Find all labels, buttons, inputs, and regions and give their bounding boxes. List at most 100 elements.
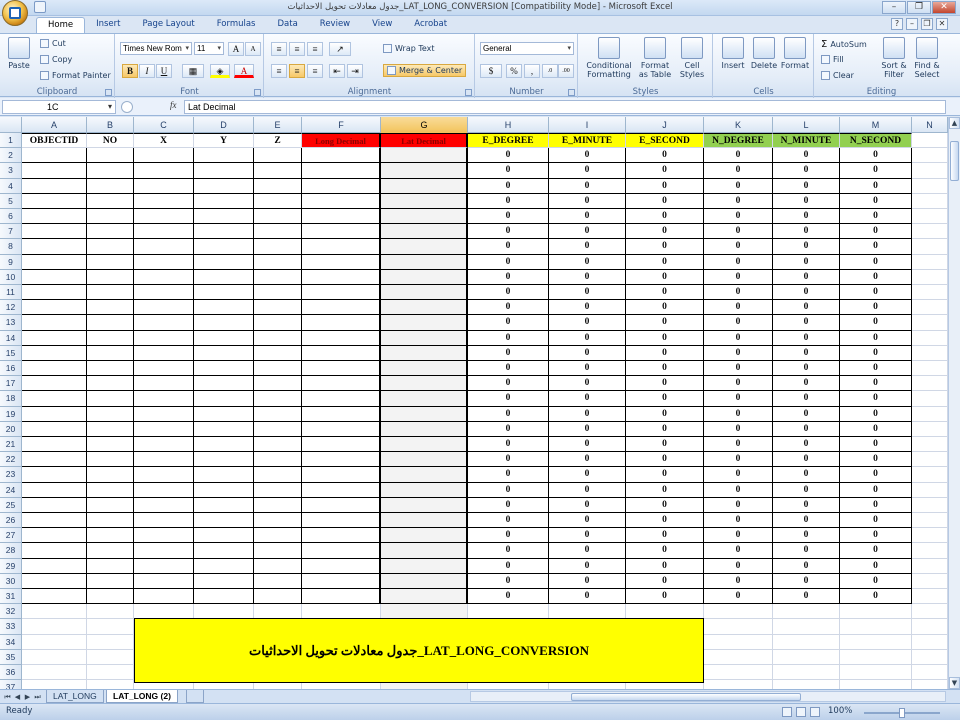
row-header-6[interactable]: 6 [0, 209, 22, 225]
table-cell[interactable] [254, 361, 302, 377]
table-cell[interactable] [254, 315, 302, 331]
borders-button[interactable]: ▦ [182, 64, 204, 78]
align-middle-button[interactable]: ≡ [289, 42, 305, 56]
column-header-l[interactable]: L [773, 117, 840, 133]
empty-cell[interactable] [704, 604, 773, 620]
table-cell[interactable]: 0 [468, 285, 549, 301]
table-cell[interactable]: 0 [626, 452, 704, 468]
table-cell[interactable] [134, 558, 194, 574]
table-cell[interactable]: 0 [773, 421, 840, 437]
table-cell[interactable] [302, 193, 381, 209]
alignment-launcher-icon[interactable] [465, 89, 472, 96]
table-cell[interactable]: 0 [549, 330, 626, 346]
prev-sheet-icon[interactable]: ◀ [13, 692, 22, 702]
tab-data[interactable]: Data [267, 17, 309, 33]
table-cell[interactable] [87, 452, 134, 468]
table-cell[interactable] [912, 589, 948, 605]
table-cell[interactable]: 0 [704, 239, 773, 255]
table-cell[interactable]: 0 [704, 209, 773, 225]
table-cell[interactable] [22, 209, 87, 225]
table-cell[interactable]: 0 [704, 467, 773, 483]
row-header-24[interactable]: 24 [0, 482, 22, 498]
table-cell[interactable]: 0 [468, 376, 549, 392]
table-cell[interactable] [87, 224, 134, 240]
zoom-level[interactable]: 100% [828, 706, 852, 716]
table-cell[interactable] [194, 482, 254, 498]
table-cell[interactable] [381, 391, 468, 407]
sheet-tab-lat-long[interactable]: LAT_LONG [46, 690, 104, 703]
table-cell[interactable]: 0 [840, 437, 912, 453]
table-cell[interactable] [87, 330, 134, 346]
shrink-font-button[interactable]: A [245, 42, 261, 56]
table-cell[interactable] [134, 421, 194, 437]
table-cell[interactable]: 0 [773, 315, 840, 331]
table-cell[interactable] [912, 361, 948, 377]
table-cell[interactable]: 0 [773, 452, 840, 468]
table-cell[interactable] [134, 437, 194, 453]
table-cell[interactable] [134, 148, 194, 164]
table-cell[interactable]: 0 [549, 558, 626, 574]
empty-cell[interactable] [704, 634, 773, 650]
table-cell[interactable] [194, 269, 254, 285]
table-cell[interactable] [302, 178, 381, 194]
table-cell[interactable]: 0 [773, 209, 840, 225]
table-cell[interactable]: 0 [626, 497, 704, 513]
empty-cell[interactable] [840, 634, 912, 650]
empty-cell[interactable] [773, 680, 840, 689]
table-cell[interactable]: 0 [704, 497, 773, 513]
empty-cell[interactable] [840, 604, 912, 620]
table-cell[interactable] [194, 437, 254, 453]
table-cell[interactable] [381, 269, 468, 285]
row-header-22[interactable]: 22 [0, 452, 22, 468]
row-header-26[interactable]: 26 [0, 513, 22, 529]
table-cell[interactable] [381, 345, 468, 361]
table-cell[interactable]: 0 [549, 239, 626, 255]
table-cell[interactable]: 0 [773, 482, 840, 498]
table-cell[interactable]: 0 [626, 178, 704, 194]
table-cell[interactable]: 0 [468, 345, 549, 361]
table-cell[interactable] [302, 376, 381, 392]
header-cell-m[interactable]: N_SECOND [840, 133, 912, 149]
close-button[interactable]: ✕ [932, 1, 956, 14]
table-cell[interactable]: 0 [840, 589, 912, 605]
table-cell[interactable]: 0 [468, 467, 549, 483]
row-header-30[interactable]: 30 [0, 573, 22, 589]
table-cell[interactable] [302, 330, 381, 346]
table-cell[interactable] [134, 376, 194, 392]
table-cell[interactable] [381, 589, 468, 605]
table-cell[interactable] [22, 345, 87, 361]
table-cell[interactable] [302, 467, 381, 483]
empty-cell[interactable] [704, 649, 773, 665]
table-cell[interactable] [194, 285, 254, 301]
table-cell[interactable]: 0 [704, 589, 773, 605]
table-cell[interactable]: 0 [468, 300, 549, 316]
table-cell[interactable]: 0 [468, 330, 549, 346]
table-cell[interactable] [22, 239, 87, 255]
first-sheet-icon[interactable]: ⏮ [3, 692, 12, 702]
table-cell[interactable] [134, 178, 194, 194]
row-header-21[interactable]: 21 [0, 437, 22, 453]
table-cell[interactable]: 0 [840, 543, 912, 559]
format-painter-button[interactable]: Format Painter [40, 71, 111, 80]
table-cell[interactable] [912, 239, 948, 255]
row-header-18[interactable]: 18 [0, 391, 22, 407]
empty-cell[interactable] [704, 680, 773, 689]
table-cell[interactable] [381, 452, 468, 468]
empty-cell[interactable] [773, 634, 840, 650]
empty-cell[interactable] [840, 649, 912, 665]
table-cell[interactable] [254, 589, 302, 605]
decrease-indent-button[interactable]: ⇤ [329, 64, 345, 78]
fill-color-button[interactable]: ◈ [210, 64, 230, 78]
name-box[interactable]: 1C [2, 100, 116, 114]
table-cell[interactable] [22, 361, 87, 377]
table-cell[interactable]: 0 [704, 376, 773, 392]
empty-cell[interactable] [840, 619, 912, 635]
table-cell[interactable] [134, 467, 194, 483]
table-cell[interactable] [134, 254, 194, 270]
table-cell[interactable] [194, 163, 254, 179]
table-cell[interactable]: 0 [626, 330, 704, 346]
table-cell[interactable] [381, 528, 468, 544]
table-cell[interactable] [912, 209, 948, 225]
table-cell[interactable]: 0 [704, 193, 773, 209]
header-cell-i[interactable]: E_MINUTE [549, 133, 626, 149]
